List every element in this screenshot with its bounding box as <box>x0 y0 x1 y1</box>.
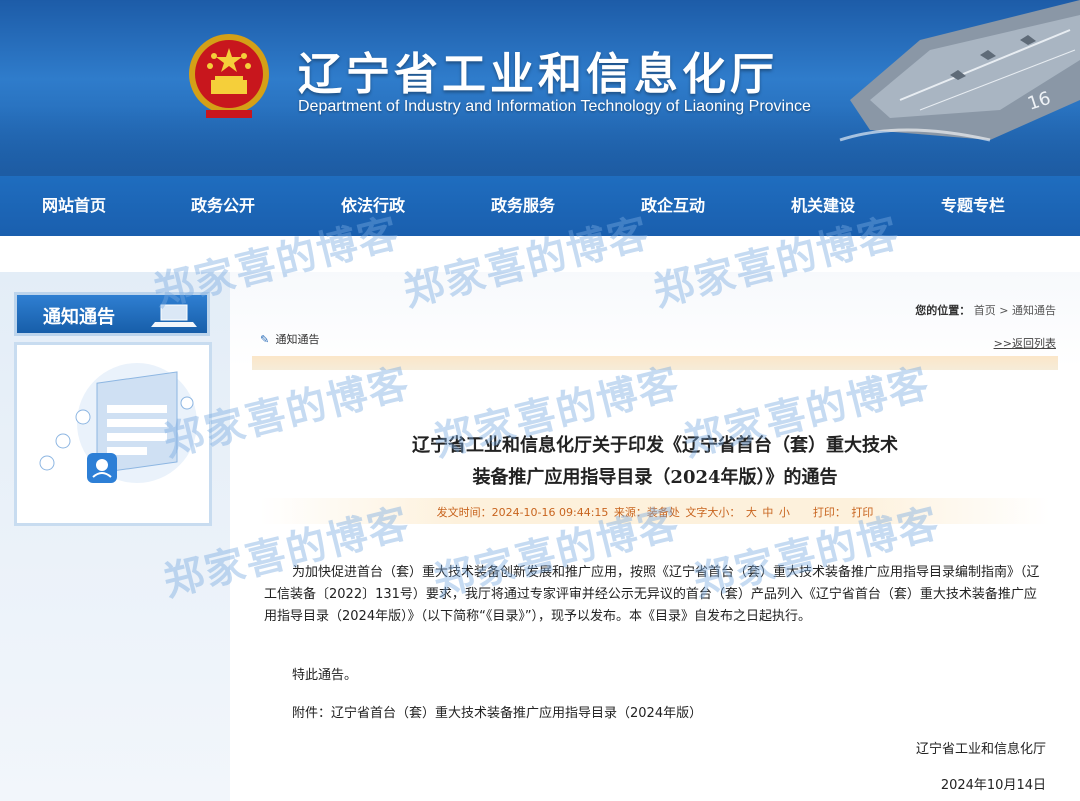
site-header: 辽宁省工业和信息化厅 Department of Industry and In… <box>0 0 1080 176</box>
pencil-icon: ✎ <box>260 333 270 346</box>
online-service-illustration <box>39 363 197 483</box>
nav-item-special-topics[interactable]: 专题专栏 <box>898 176 1048 236</box>
article-source: 来源：装备处 <box>613 506 680 519</box>
sidebar-tab-label: 通知通告 <box>43 307 115 328</box>
section-divider-bar <box>252 356 1058 370</box>
font-size-large-button[interactable]: 大 <box>746 506 757 519</box>
nav-item-law-administration[interactable]: 依法行政 <box>298 176 448 236</box>
header-spacer <box>0 236 1080 272</box>
signature-organization: 辽宁省工业和信息化厅 <box>915 742 1046 757</box>
article-title: 辽宁省工业和信息化厅关于印发《辽宁省首台（套）重大技术 装备推广应用指导目录（2… <box>230 430 1080 494</box>
aircraft-carrier-image: 16 <box>839 0 1080 142</box>
article-paragraph-2: 特此通告。 <box>292 668 358 683</box>
nav-item-government-services[interactable]: 政务服务 <box>448 176 598 236</box>
site-subtitle: Department of Industry and Information T… <box>298 98 811 115</box>
section-heading: ✎ 通知通告 <box>260 331 320 347</box>
breadcrumb-separator: > <box>999 304 1009 317</box>
nav-item-home[interactable]: 网站首页 <box>0 176 148 236</box>
section-heading-label: 通知通告 <box>275 333 320 346</box>
laptop-icon <box>151 304 197 327</box>
nav-item-organization[interactable]: 机关建设 <box>748 176 898 236</box>
sidebar-tab-notices[interactable]: 通知通告 <box>14 292 210 336</box>
article-meta: 发文时间：2024-10-16 09:44:15 来源：装备处 文字大小： 大 … <box>230 504 1080 520</box>
publish-time: 发文时间：2024-10-16 09:44:15 <box>436 506 609 519</box>
breadcrumb-home-link[interactable]: 首页 <box>974 304 996 317</box>
national-emblem-icon <box>189 34 269 118</box>
print-label: 打印： <box>812 506 846 519</box>
article-body: 为加快促进首台（套）重大技术装备创新发展和推广应用，按照《辽宁省首台（套）重大技… <box>264 562 1046 628</box>
back-to-list-link[interactable]: >>返回列表 <box>994 335 1056 351</box>
sidebar-illustration-card <box>14 342 212 526</box>
print-button[interactable]: 打印 <box>851 506 873 519</box>
sidebar: 通知通告 <box>0 272 230 801</box>
article-title-line-1: 辽宁省工业和信息化厅关于印发《辽宁省首台（套）重大技术 <box>412 435 898 456</box>
signature-date: 2024年10月14日 <box>940 778 1046 793</box>
breadcrumb-current-link[interactable]: 通知通告 <box>1012 304 1056 317</box>
article-paragraph-1: 为加快促进首台（套）重大技术装备创新发展和推广应用，按照《辽宁省首台（套）重大技… <box>264 565 1040 624</box>
main-content: 您的位置： 首页 > 通知通告 ✎ 通知通告 >>返回列表 辽宁省工业和信息化厅… <box>230 272 1080 801</box>
main-navigation: 网站首页 政务公开 依法行政 政务服务 政企互动 机关建设 专题专栏 <box>0 176 1080 236</box>
article-title-line-2: 装备推广应用指导目录（2024年版）》的通告 <box>472 467 838 488</box>
font-size-label: 文字大小： <box>685 506 741 519</box>
font-size-small-button[interactable]: 小 <box>779 506 790 519</box>
world-map-background <box>230 272 1080 367</box>
breadcrumb-label: 您的位置： <box>915 304 971 317</box>
breadcrumb: 您的位置： 首页 > 通知通告 <box>915 302 1056 318</box>
article-attachment[interactable]: 附件：辽宁省首台（套）重大技术装备推广应用指导目录（2024年版） <box>292 702 702 721</box>
font-size-medium-button[interactable]: 中 <box>762 506 773 519</box>
nav-item-interaction[interactable]: 政企互动 <box>598 176 748 236</box>
site-title: 辽宁省工业和信息化厅 <box>298 49 778 100</box>
nav-item-government-affairs[interactable]: 政务公开 <box>148 176 298 236</box>
